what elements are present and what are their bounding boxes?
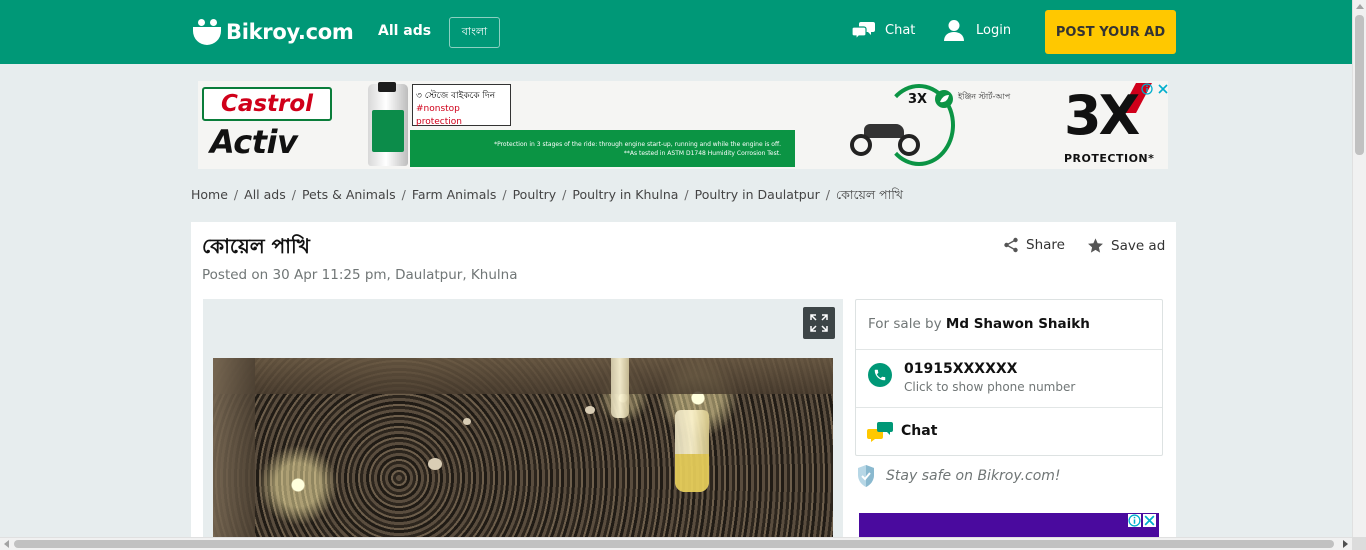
show-phone-button[interactable]: 01915XXXXXX Click to show phone number: [856, 350, 1162, 408]
scroll-right-arrow-icon[interactable]: [1343, 540, 1348, 548]
vertical-scroll-thumb[interactable]: [1355, 15, 1364, 155]
ad-fine-print: *Protection in 3 stages of the ride: thr…: [410, 130, 795, 167]
phone-icon: [868, 363, 892, 387]
breadcrumb-poultry[interactable]: Poultry: [513, 187, 557, 207]
listing-photo[interactable]: [213, 358, 833, 550]
breadcrumb: Home / All ads / Pets & Animals / Farm Anim…: [191, 187, 903, 207]
breadcrumb-current: কোয়েল পাখি: [836, 187, 904, 202]
star-icon: [1088, 238, 1103, 253]
ad-close-icon[interactable]: [1143, 514, 1156, 527]
breadcrumb-pets-animals[interactable]: Pets & Animals: [302, 187, 396, 207]
ad-small-3x-badge: 3X: [908, 92, 928, 107]
nav-login-label: Login: [976, 22, 1012, 38]
share-label: Share: [1026, 237, 1065, 253]
user-icon: [944, 20, 964, 41]
chat-label: Chat: [901, 423, 938, 439]
nav-all-ads-link[interactable]: All ads: [378, 23, 431, 39]
seller-name[interactable]: Md Shawon Shaikh: [946, 316, 1090, 332]
safety-tip[interactable]: Stay safe on Bikroy.com!: [856, 464, 1061, 488]
ad-bengali-note: ইঞ্জিন স্টার্ট-আপ: [958, 92, 1011, 101]
top-navbar: Bikroy.com All ads বাংলা Chat Login POST…: [0, 0, 1352, 64]
ad-close-icon[interactable]: [1157, 83, 1168, 95]
ad-fine-print-line-2: **As tested in ASTM D1748 Humidity Corro…: [623, 150, 781, 157]
side-ad-choices-controls[interactable]: [1128, 514, 1156, 527]
chat-bubbles-icon: [852, 22, 875, 40]
fullscreen-button[interactable]: [803, 307, 835, 339]
ad-info-icon[interactable]: [1141, 83, 1153, 95]
ad-fine-print-line-1: *Protection in 3 stages of the ride: thr…: [494, 141, 781, 148]
save-ad-button[interactable]: Save ad: [1087, 237, 1165, 254]
site-logo[interactable]: Bikroy.com: [192, 16, 354, 48]
expand-icon: [810, 314, 828, 332]
breadcrumb-poultry-khulna[interactable]: Poultry in Khulna: [572, 187, 678, 207]
save-ad-label: Save ad: [1111, 237, 1166, 254]
vertical-scrollbar[interactable]: [1352, 0, 1366, 537]
ad-hashtag: #nonstop protection: [416, 104, 462, 127]
ad-choices-controls[interactable]: [1141, 83, 1168, 95]
horizontal-scrollbar[interactable]: [0, 537, 1366, 550]
breadcrumb-farm-animals[interactable]: Farm Animals: [412, 187, 497, 207]
nav-login-link[interactable]: Login: [943, 19, 1011, 41]
phone-number: 01915XXXXXX: [904, 361, 1018, 377]
seller-panel: For sale by Md Shawon Shaikh 01915XXXXXX…: [855, 299, 1163, 456]
seller-name-line: For sale by Md Shawon Shaikh: [868, 316, 1090, 332]
logo-text: Bikroy.com: [226, 20, 354, 44]
nav-chat-link[interactable]: Chat: [852, 20, 915, 40]
castrol-brand-logo: Castrol: [202, 87, 332, 121]
logo-smiley-icon: [192, 17, 222, 47]
chat-with-seller-button[interactable]: Chat: [856, 408, 1162, 455]
scrollbar-corner: [1352, 537, 1366, 550]
scroll-up-arrow-icon[interactable]: [1356, 4, 1364, 9]
breadcrumb-home[interactable]: Home: [191, 187, 228, 207]
page-title: কোয়েল পাখি: [202, 234, 310, 258]
ad-tagline-box: ৩ স্টেজে বাইককে দিন #nonstop protection: [412, 84, 511, 127]
activ-brand-logo: Activ: [210, 123, 298, 161]
share-button[interactable]: Share: [1003, 237, 1065, 253]
language-toggle-button[interactable]: বাংলা: [449, 17, 500, 48]
phone-hint: Click to show phone number: [904, 380, 1076, 394]
oil-bottle-image: [368, 82, 408, 166]
share-icon: [1004, 237, 1018, 253]
ad-info-icon[interactable]: [1128, 514, 1141, 527]
image-gallery[interactable]: [203, 299, 843, 550]
shield-icon: [858, 465, 874, 487]
ad-tagline-bengali: ৩ স্টেজে বাইককে দিন: [416, 91, 496, 101]
ad-protection-text: PROTECTION*: [1064, 152, 1155, 165]
banner-advertisement[interactable]: Castrol Activ ৩ স্টেজে বাইককে দিন #nonst…: [198, 81, 1168, 169]
listing-card: কোয়েল পাখি Posted on 30 Apr 11:25 pm, D…: [191, 222, 1176, 550]
for-sale-by-label: For sale by: [868, 316, 942, 332]
seller-info-row: For sale by Md Shawon Shaikh: [856, 300, 1162, 350]
ad-3x-headline: 3X: [1064, 84, 1140, 147]
nav-chat-label: Chat: [885, 22, 916, 38]
leaf-icon: [935, 90, 953, 108]
breadcrumb-all-ads[interactable]: All ads: [244, 187, 286, 207]
safety-tip-text: Stay safe on Bikroy.com!: [886, 468, 1061, 484]
scroll-left-arrow-icon[interactable]: [4, 540, 9, 548]
horizontal-scroll-thumb[interactable]: [14, 540, 1334, 548]
breadcrumb-poultry-daulatpur[interactable]: Poultry in Daulatpur: [695, 187, 820, 207]
post-your-ad-button[interactable]: POST YOUR AD: [1045, 10, 1176, 54]
chat-bubbles-icon: [867, 422, 893, 442]
posted-info: Posted on 30 Apr 11:25 pm, Daulatpur, Kh…: [202, 267, 518, 283]
motorbike-icon: [850, 118, 922, 156]
